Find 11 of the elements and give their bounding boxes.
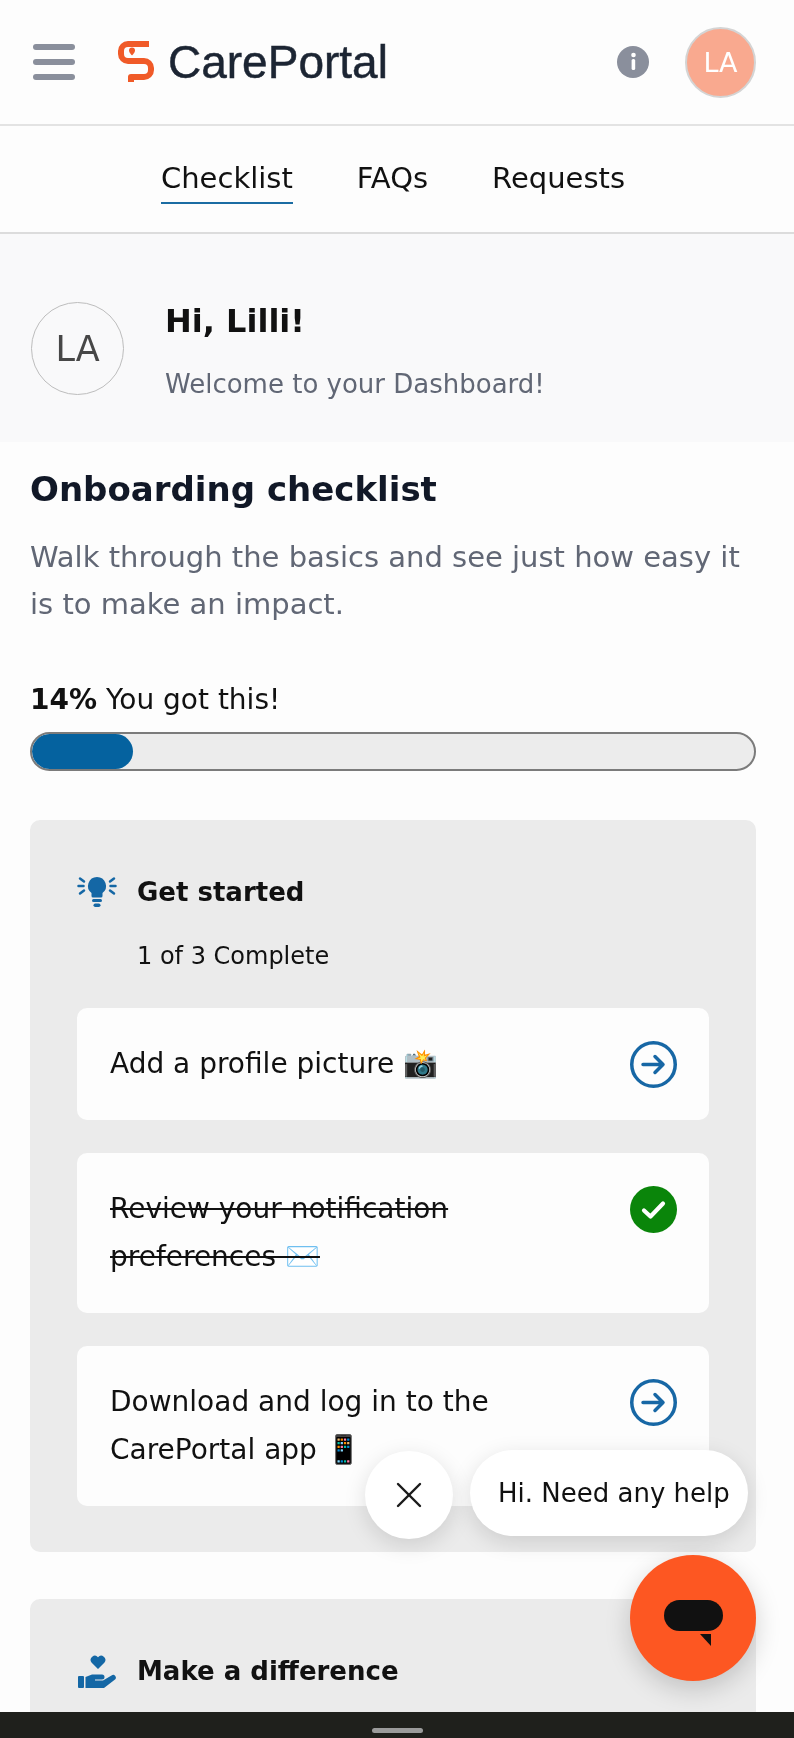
description-text: Walk through the basics and see just how easy it is to make an impact. bbox=[30, 539, 741, 623]
task-label: Review your notification preferences ✉ bbox=[110, 1191, 450, 1275]
greeting-subtitle: Welcome to your Dashboard! bbox=[165, 368, 545, 400]
brand-name: CarePortal bbox=[168, 36, 388, 88]
completion-count: 1 of 3 Complete bbox=[137, 941, 330, 971]
section-title: Make a difference bbox=[137, 1655, 399, 1688]
progress-label: 14% You got this! bbox=[30, 683, 282, 717]
section-title: Get started bbox=[137, 876, 305, 909]
task-label: Add a profile picture 📸 bbox=[110, 1046, 440, 1082]
greeting-title: Hi, Lilli! bbox=[165, 302, 305, 340]
page-title: Onboarding checklist bbox=[30, 469, 438, 509]
